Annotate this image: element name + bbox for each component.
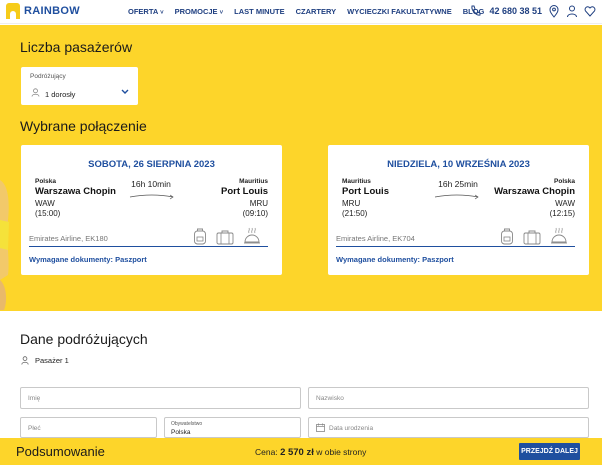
birth-date-placeholder: Data urodzenia [329,425,374,432]
airline-flight-number: Emirates Airline, EK704 [336,234,415,243]
last-name-placeholder: Nazwisko [316,395,344,402]
chevron-down-icon [121,89,129,94]
required-documents: Wymagane dokumenty: Paszport [336,255,454,264]
card-divider [29,246,268,247]
suitcase-icon [216,230,234,245]
nav-oferta-label: OFERTA [128,7,158,16]
header-actions: 42 680 38 51 [469,4,596,18]
first-name-placeholder: Imię [28,395,41,402]
origin-city: Port Louis [342,186,389,197]
rainbow-logo[interactable]: RAINBOW [6,3,80,19]
destination-country: Polska [554,178,575,185]
location-pin-icon[interactable] [548,4,560,18]
flight-duration: 16h 10min [131,179,171,189]
user-icon[interactable] [566,4,578,18]
summary-bar: Podsumowanie Cena: 2 570 zł w obie stron… [0,438,602,465]
departure-time: (21:50) [342,209,368,218]
citizenship-value: Polska [171,429,191,436]
citizenship-select[interactable]: Obywatelstwo Polska [164,417,301,438]
top-navigation-bar: RAINBOW OFERTA ˅ PROMOCJE ˅ LAST MINUTE … [0,0,602,24]
citizenship-label: Obywatelstwo [171,421,203,427]
price-prefix: Cena: [255,447,278,457]
gender-select[interactable]: Płeć [20,417,157,438]
origin-code: MRU [342,199,361,208]
nav-last-minute[interactable]: LAST MINUTE [234,7,284,16]
next-step-button[interactable]: PRZEJDŹ DALEJ [519,443,580,460]
flight-date: NIEDZIELA, 10 WRZEŚNIA 2023 [387,159,530,170]
destination-country: Mauritius [239,178,268,185]
connection-section-title: Wybrane połączenie [20,118,147,134]
origin-code: WAW [35,199,55,208]
destination-code: WAW [555,199,575,208]
card-divider [336,246,575,247]
nav-wycieczki[interactable]: WYCIECZKI FAKULTATYWNE [347,7,452,16]
chevron-down-icon: ˅ [160,10,164,16]
nav-promocje[interactable]: PROMOCJE ˅ [175,7,224,16]
destination-city: Port Louis [221,186,268,197]
chevron-down-icon: ˅ [219,10,224,16]
backpack-icon [194,228,206,245]
last-name-field[interactable]: Nazwisko [308,387,589,409]
flight-duration: 16h 25min [438,179,478,189]
phone-icon[interactable] [469,4,481,18]
calendar-icon [316,423,325,432]
person-icon [21,356,29,365]
baggage-icons [500,227,568,245]
baggage-icons [193,227,261,245]
flight-arrow-icon [129,194,174,200]
heart-icon[interactable] [584,4,596,18]
destination-code: MRU [249,199,268,208]
meal-icon [244,227,260,244]
travelers-value: 1 dorosły [45,90,76,99]
departure-time: (15:00) [35,209,61,218]
first-name-field[interactable]: Imię [20,387,301,409]
origin-city: Warszawa Chopin [35,186,116,197]
arrival-time: (09:10) [242,209,268,218]
passenger-1-header: Pasażer 1 [21,356,69,365]
return-flight-card: NIEDZIELA, 10 WRZEŚNIA 2023 Mauritius Po… [328,145,589,275]
nav-oferta[interactable]: OFERTA ˅ [128,7,164,16]
destination-city: Warszawa Chopin [494,186,575,197]
travelers-data-title: Dane podróżujących [20,331,148,347]
phone-number[interactable]: 42 680 38 51 [489,6,542,16]
suitcase-icon [523,230,541,245]
arrival-time: (12:15) [549,209,575,218]
person-icon [31,88,40,97]
airline-flight-number: Emirates Airline, EK180 [29,234,108,243]
nav-promocje-label: PROMOCJE [174,7,218,16]
passengers-section-title: Liczba pasażerów [20,39,133,55]
outbound-flight-card: SOBOTA, 26 SIERPNIA 2023 Polska Warszawa… [21,145,282,275]
required-documents: Wymagane dokumenty: Paszport [29,255,147,264]
origin-country: Polska [35,178,56,185]
summary-title: Podsumowanie [16,444,105,459]
meal-icon [551,227,567,244]
passenger-label: Pasażer 1 [35,356,69,365]
total-price: Cena: 2 570 zł w obie strony [255,447,366,458]
main-nav: OFERTA ˅ PROMOCJE ˅ LAST MINUTE CZARTERY… [128,7,484,16]
birth-date-field[interactable]: Data urodzenia [308,417,589,438]
travelers-label: Podróżujący [30,73,66,80]
nav-czartery[interactable]: CZARTERY [296,7,337,16]
travelers-dropdown[interactable]: Podróżujący 1 dorosły [21,67,138,105]
decorative-figure-image [0,180,9,310]
rainbow-logo-mark [6,3,20,19]
price-suffix: w obie strony [316,447,367,457]
price-amount: 2 570 zł [280,447,314,458]
logo-text: RAINBOW [24,5,80,17]
flight-arrow-icon [434,194,479,200]
backpack-icon [501,228,513,245]
flight-date: SOBOTA, 26 SIERPNIA 2023 [88,159,215,170]
gender-placeholder: Płeć [28,425,41,432]
origin-country: Mauritius [342,178,371,185]
